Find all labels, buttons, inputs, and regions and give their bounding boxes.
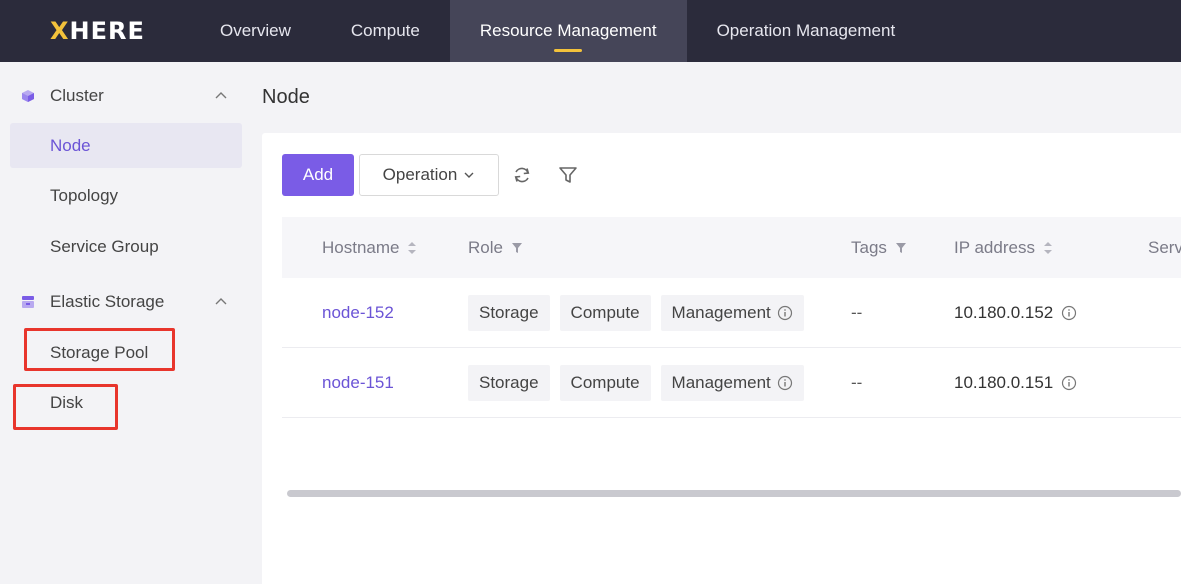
add-button[interactable]: Add bbox=[282, 154, 354, 196]
nav-operation-management[interactable]: Operation Management bbox=[687, 0, 926, 62]
sidebar-group-label: Cluster bbox=[50, 86, 104, 105]
tags-value: -- bbox=[851, 373, 863, 392]
chevron-up-icon[interactable] bbox=[214, 295, 228, 309]
role-tag-storage: Storage bbox=[468, 365, 550, 401]
info-icon[interactable] bbox=[1061, 375, 1077, 391]
nav-resource-management[interactable]: Resource Management bbox=[449, 0, 687, 62]
sidebar-group-cluster[interactable]: Cluster bbox=[0, 76, 250, 116]
role-tag-compute: Compute bbox=[559, 365, 651, 401]
column-label: Hostname bbox=[322, 237, 400, 257]
column-tags[interactable]: Tags bbox=[851, 217, 907, 278]
role-tags: Storage Compute Management bbox=[468, 278, 814, 348]
sidebar-group-label: Elastic Storage bbox=[50, 292, 165, 311]
nav-compute[interactable]: Compute bbox=[321, 0, 450, 62]
chevron-up-icon[interactable] bbox=[214, 89, 228, 103]
horizontal-scrollbar[interactable] bbox=[287, 490, 1181, 497]
role-tag-storage: Storage bbox=[468, 295, 550, 331]
ip-address-value: 10.180.0.151 bbox=[954, 373, 1054, 392]
role-tag-management: Management bbox=[660, 365, 804, 401]
sidebar-item-topology[interactable]: Topology bbox=[10, 173, 242, 218]
role-label: Management bbox=[671, 373, 771, 392]
role-tag-management: Management bbox=[660, 295, 804, 331]
ip-address-cell: 10.180.0.151 bbox=[954, 348, 1077, 418]
sort-icon[interactable] bbox=[1043, 241, 1053, 255]
column-service[interactable]: Serv bbox=[1148, 217, 1181, 278]
filter-icon[interactable] bbox=[557, 164, 579, 186]
tags-value: -- bbox=[851, 303, 863, 322]
ip-address-cell: 10.180.0.152 bbox=[954, 278, 1077, 348]
column-role[interactable]: Role bbox=[468, 217, 523, 278]
info-icon[interactable] bbox=[1061, 305, 1077, 321]
operation-dropdown[interactable]: Operation bbox=[359, 154, 499, 196]
table-row[interactable]: node-151 Storage Compute Management -- 1… bbox=[282, 348, 1181, 418]
column-label: Role bbox=[468, 237, 503, 257]
column-label: Serv bbox=[1148, 237, 1181, 257]
top-navbar: XHERE Overview Compute Resource Manageme… bbox=[0, 0, 1181, 62]
sort-icon[interactable] bbox=[407, 241, 417, 255]
hostname-link[interactable]: node-152 bbox=[322, 278, 394, 348]
info-icon[interactable] bbox=[777, 375, 793, 391]
chevron-down-icon bbox=[464, 172, 474, 178]
column-ip-address[interactable]: IP address bbox=[954, 217, 1053, 278]
column-label: IP address bbox=[954, 237, 1035, 257]
main-nav: Overview Compute Resource Management Ope… bbox=[190, 0, 925, 62]
role-label: Management bbox=[671, 303, 771, 322]
hostname-link[interactable]: node-151 bbox=[322, 348, 394, 418]
sidebar-item-node[interactable]: Node bbox=[10, 123, 242, 168]
logo-text: HERE bbox=[69, 17, 145, 45]
filter-funnel-icon[interactable] bbox=[895, 241, 907, 255]
role-tag-compute: Compute bbox=[559, 295, 651, 331]
sidebar-item-service-group[interactable]: Service Group bbox=[10, 224, 242, 269]
info-icon[interactable] bbox=[777, 305, 793, 321]
cluster-cube-icon bbox=[22, 90, 34, 102]
table-header: Hostname Role Tags IP address Serv bbox=[282, 217, 1181, 278]
operation-label: Operation bbox=[382, 165, 458, 184]
refresh-icon[interactable] bbox=[511, 164, 533, 186]
nav-overview[interactable]: Overview bbox=[190, 0, 321, 62]
column-hostname[interactable]: Hostname bbox=[322, 217, 417, 278]
table-row[interactable]: node-152 Storage Compute Management -- 1… bbox=[282, 278, 1181, 348]
sidebar-item-disk[interactable]: Disk bbox=[10, 380, 242, 425]
page-title: Node bbox=[262, 86, 310, 108]
storage-icon bbox=[22, 296, 34, 308]
column-label: Tags bbox=[851, 237, 887, 257]
ip-address-value: 10.180.0.152 bbox=[954, 303, 1054, 322]
role-tags: Storage Compute Management bbox=[468, 348, 814, 418]
logo-x-mark: X bbox=[50, 17, 70, 45]
sidebar-group-elastic-storage[interactable]: Elastic Storage bbox=[0, 282, 250, 322]
filter-funnel-icon[interactable] bbox=[511, 241, 523, 255]
sidebar-item-storage-pool[interactable]: Storage Pool bbox=[10, 330, 242, 375]
sidebar: Cluster Node Topology Service Group Elas… bbox=[0, 62, 250, 584]
node-list-card: Add Operation Hostname Role Tags IP addr… bbox=[262, 133, 1181, 584]
app-logo[interactable]: XHERE bbox=[50, 17, 145, 45]
